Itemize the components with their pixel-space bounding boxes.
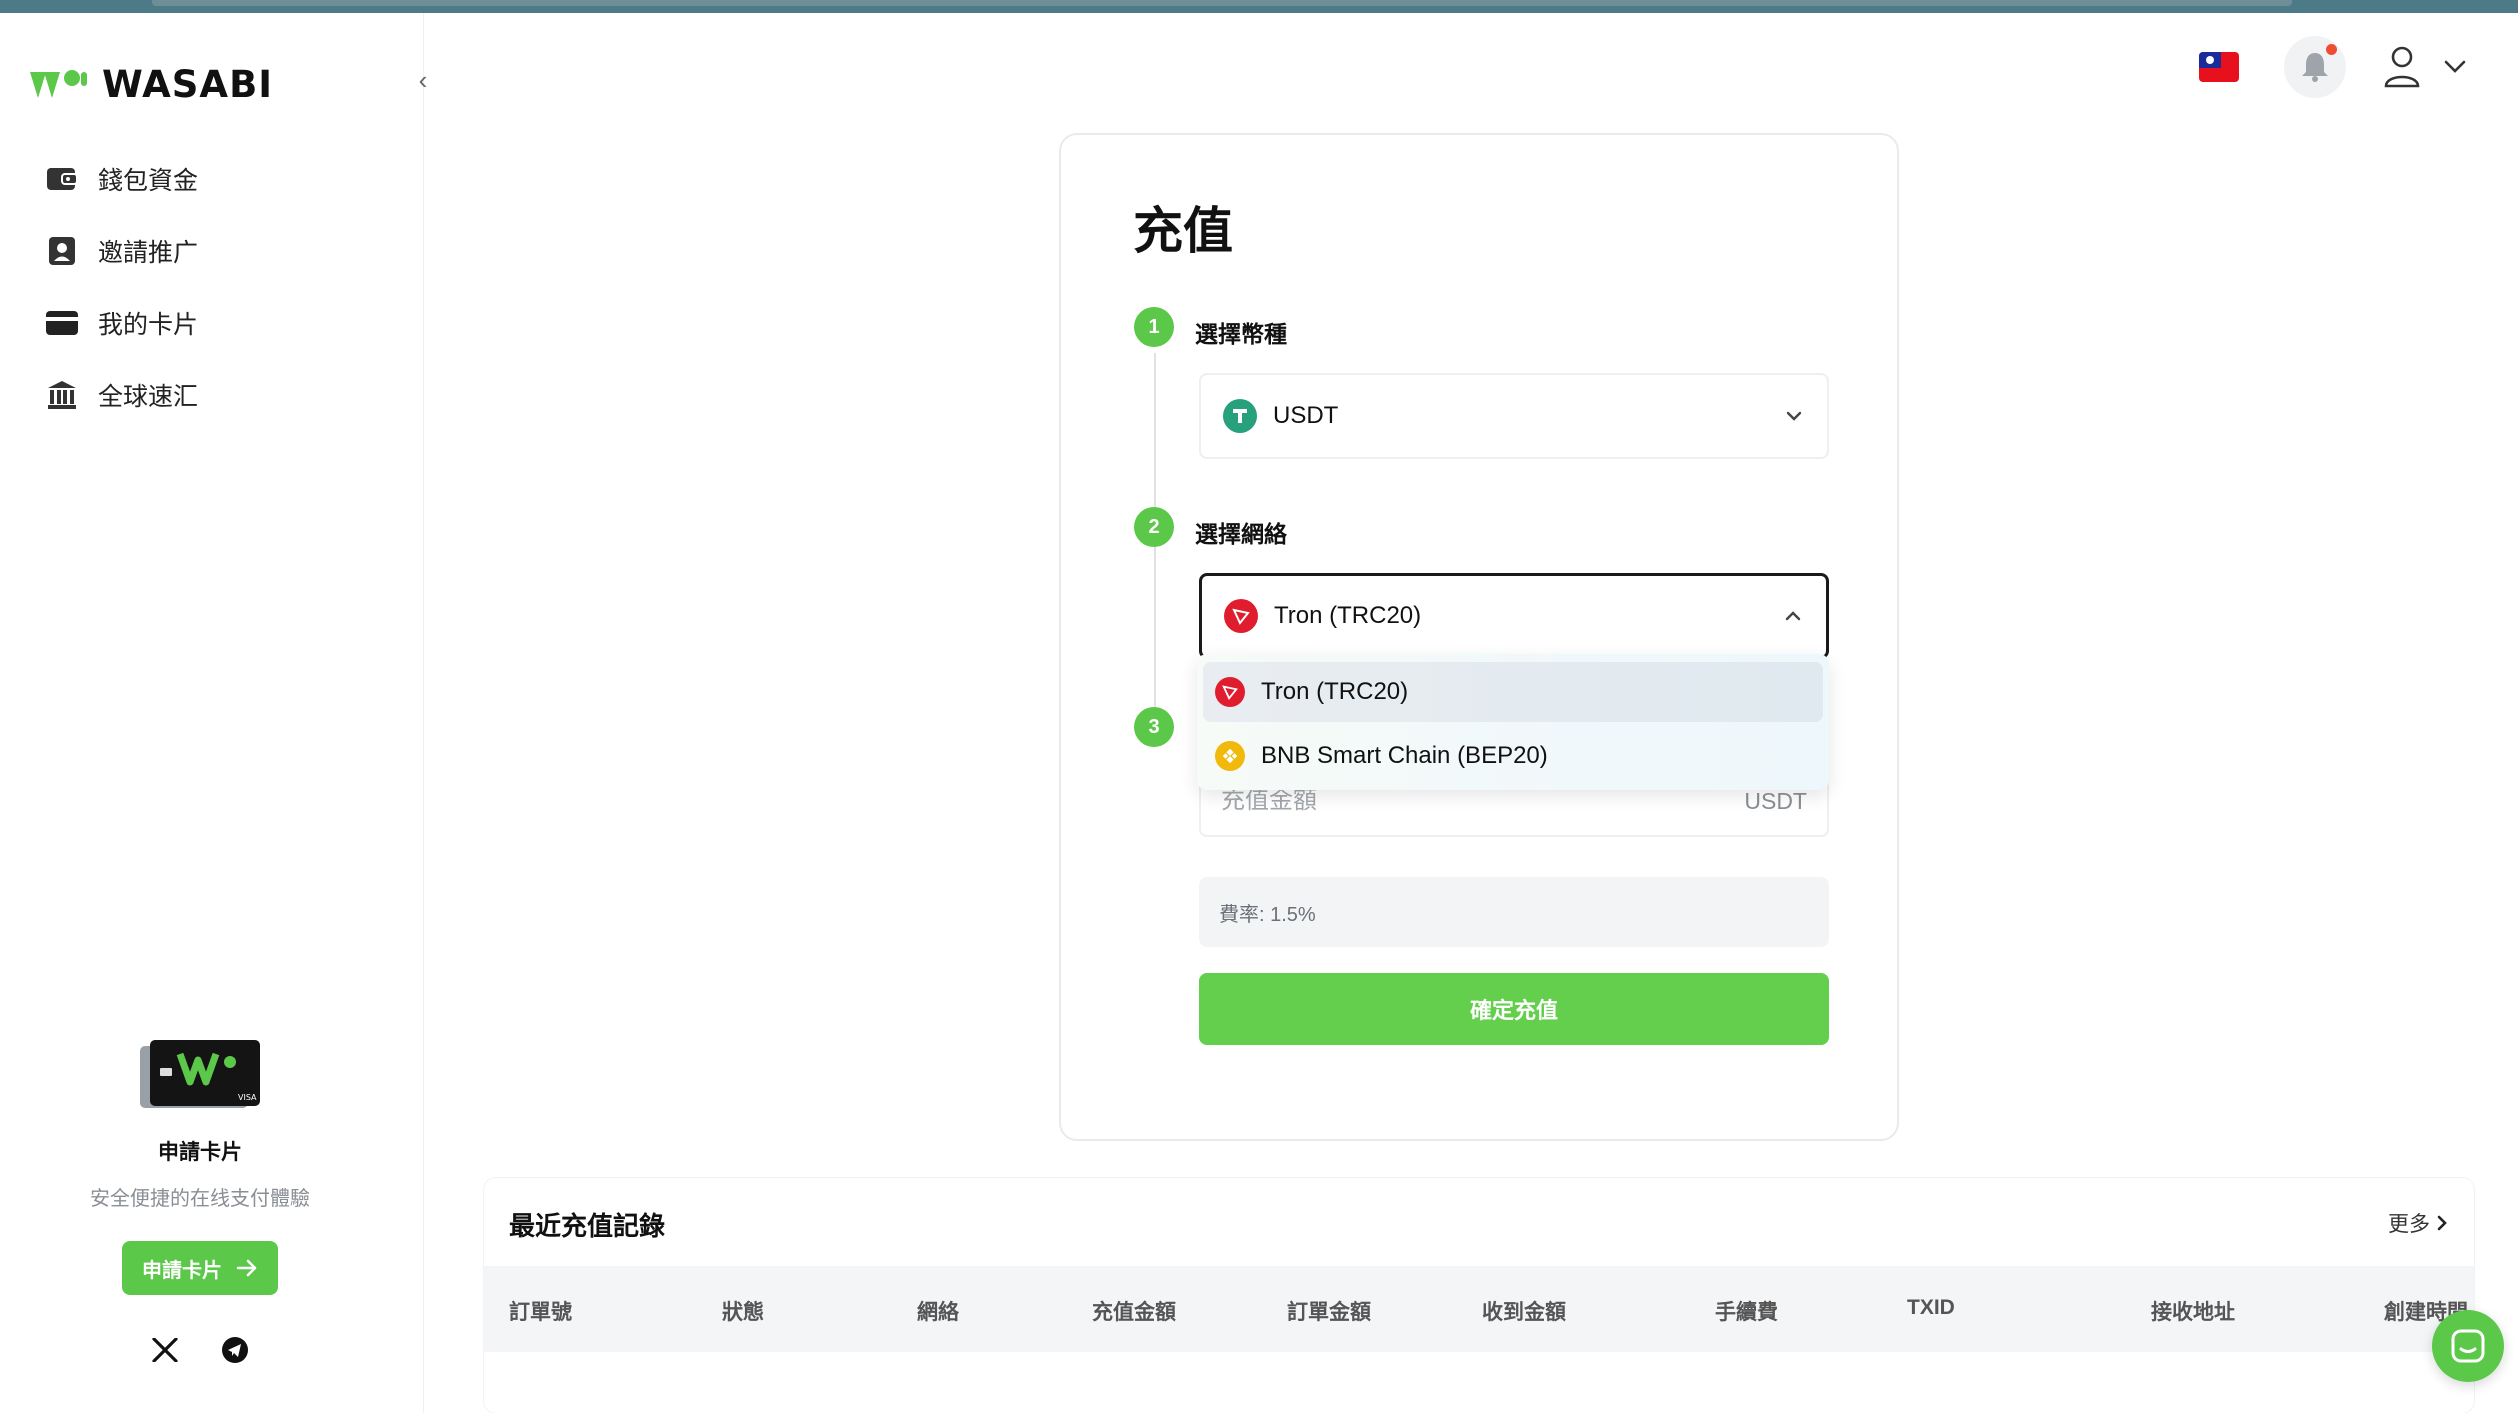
amount-unit: USDT bbox=[1744, 787, 1807, 814]
user-avatar-icon[interactable] bbox=[2382, 44, 2422, 88]
network-option-label: Tron (TRC20) bbox=[1261, 678, 1409, 705]
chevron-down-icon bbox=[1786, 411, 1802, 421]
records-title: 最近充值記錄 bbox=[509, 1211, 666, 1241]
network-select-value: Tron (TRC20) bbox=[1274, 602, 1422, 629]
column-header: 網絡 bbox=[917, 1301, 959, 1324]
step-2-badge: 2 bbox=[1134, 507, 1174, 547]
column-header: 手續費 bbox=[1715, 1301, 1778, 1324]
network-dropdown: Tron (TRC20) BNB Smart Chain (BEP20) bbox=[1197, 654, 1829, 790]
column-header: 充值金額 bbox=[1092, 1301, 1176, 1324]
taiwan-flag-icon[interactable] bbox=[2199, 52, 2239, 82]
notification-button[interactable] bbox=[2284, 36, 2346, 98]
sidebar-item-global-remit[interactable]: 全球速汇 bbox=[46, 359, 386, 431]
apply-card-promo: VISA 申請卡片 安全便捷的在线支付體驗 申請卡片 bbox=[40, 1028, 360, 1365]
flag-sun bbox=[2206, 56, 2214, 64]
deposit-card: 充值 1 選擇幣種 USDT 2 選擇網絡 Tron (TRC20) 3 USD… bbox=[1059, 133, 1899, 1141]
wasabi-logo-icon bbox=[30, 69, 87, 98]
credit-card-icon bbox=[46, 307, 78, 339]
wallet-icon bbox=[46, 163, 78, 195]
step-2-label: 選擇網絡 bbox=[1195, 521, 1287, 547]
chat-icon bbox=[2451, 1329, 2485, 1363]
network-option-bnb[interactable]: BNB Smart Chain (BEP20) bbox=[1203, 726, 1823, 786]
sidebar-item-label: 全球速汇 bbox=[98, 383, 199, 411]
sidebar-nav: 錢包資金 邀請推广 我的卡片 全球速汇 bbox=[46, 143, 386, 431]
more-link[interactable]: 更多 bbox=[2388, 1208, 2448, 1238]
sidebar-item-label: 邀請推广 bbox=[98, 239, 199, 267]
step-1-label: 選擇幣種 bbox=[1195, 321, 1287, 347]
x-twitter-icon[interactable] bbox=[150, 1335, 180, 1365]
arrow-right-icon bbox=[236, 1259, 257, 1277]
sidebar-item-label: 我的卡片 bbox=[98, 311, 199, 339]
chevron-down-icon[interactable] bbox=[2440, 52, 2470, 80]
recent-deposits: 最近充值記錄 更多 訂單號 狀態 網絡 充值金額 訂單金額 收到金額 手續費 T… bbox=[484, 1178, 2474, 1413]
sidebar-item-invite[interactable]: 邀請推广 bbox=[46, 215, 386, 287]
step-1-badge: 1 bbox=[1134, 307, 1174, 347]
sidebar: WASABI ‹ 錢包資金 邀請推广 我的卡片 全球速汇 VISA 申請卡片 安… bbox=[0, 13, 427, 1413]
sidebar-item-my-cards[interactable]: 我的卡片 bbox=[46, 287, 386, 359]
network-option-label: BNB Smart Chain (BEP20) bbox=[1261, 742, 1548, 769]
browser-scroll-indicator bbox=[152, 0, 2292, 6]
confirm-deposit-button[interactable]: 確定充值 bbox=[1199, 973, 1829, 1045]
promo-subtitle: 安全便捷的在线支付體驗 bbox=[90, 1188, 310, 1210]
user-card-icon bbox=[46, 235, 78, 267]
unread-dot bbox=[2326, 44, 2337, 55]
usdt-icon bbox=[1223, 399, 1257, 433]
page-title: 充值 bbox=[1133, 203, 1233, 259]
apply-card-button[interactable]: 申請卡片 bbox=[122, 1241, 278, 1295]
social-links bbox=[40, 1335, 360, 1365]
bell-icon bbox=[2302, 53, 2328, 82]
column-header: 訂單金額 bbox=[1287, 1301, 1371, 1324]
chevron-up-icon bbox=[1785, 611, 1801, 621]
column-header: 接收地址 bbox=[2151, 1301, 2235, 1324]
logo[interactable]: WASABI bbox=[28, 63, 273, 106]
collapse-sidebar-button[interactable]: ‹ bbox=[408, 63, 438, 97]
card-image: VISA bbox=[140, 1040, 260, 1110]
more-link-label: 更多 bbox=[2388, 1213, 2430, 1236]
tron-icon bbox=[1224, 599, 1258, 633]
column-header: 收到金額 bbox=[1482, 1301, 1566, 1324]
fee-rate: 費率: 1.5% bbox=[1199, 877, 1829, 947]
column-header: 狀態 bbox=[722, 1301, 764, 1324]
column-header: 訂單號 bbox=[509, 1301, 572, 1324]
network-select[interactable]: Tron (TRC20) bbox=[1199, 573, 1829, 659]
currency-select-value: USDT bbox=[1273, 402, 1339, 429]
bnb-icon bbox=[1215, 741, 1245, 771]
records-table-header: 訂單號 狀態 網絡 充值金額 訂單金額 收到金額 手續費 TXID 接收地址 創… bbox=[484, 1266, 2474, 1352]
browser-top-strip bbox=[0, 0, 2518, 13]
bank-icon bbox=[46, 379, 78, 411]
promo-title: 申請卡片 bbox=[158, 1141, 242, 1164]
chevron-left-icon: ‹ bbox=[418, 64, 428, 95]
sidebar-item-wallet[interactable]: 錢包資金 bbox=[46, 143, 386, 215]
sidebar-item-label: 錢包資金 bbox=[98, 167, 199, 195]
column-header: TXID bbox=[1907, 1296, 1955, 1319]
amount-input[interactable] bbox=[1221, 787, 1745, 815]
apply-card-button-label: 申請卡片 bbox=[142, 1259, 222, 1282]
network-option-tron[interactable]: Tron (TRC20) bbox=[1203, 662, 1823, 722]
step-connector bbox=[1154, 353, 1156, 743]
currency-select[interactable]: USDT bbox=[1199, 373, 1829, 459]
svg-text:VISA: VISA bbox=[238, 1093, 257, 1102]
telegram-icon[interactable] bbox=[220, 1335, 250, 1365]
step-3-badge: 3 bbox=[1134, 707, 1174, 747]
tron-icon bbox=[1215, 677, 1245, 707]
support-chat-button[interactable] bbox=[2432, 1310, 2504, 1382]
chevron-right-icon bbox=[2437, 1215, 2447, 1231]
logo-text: WASABI bbox=[102, 63, 274, 106]
